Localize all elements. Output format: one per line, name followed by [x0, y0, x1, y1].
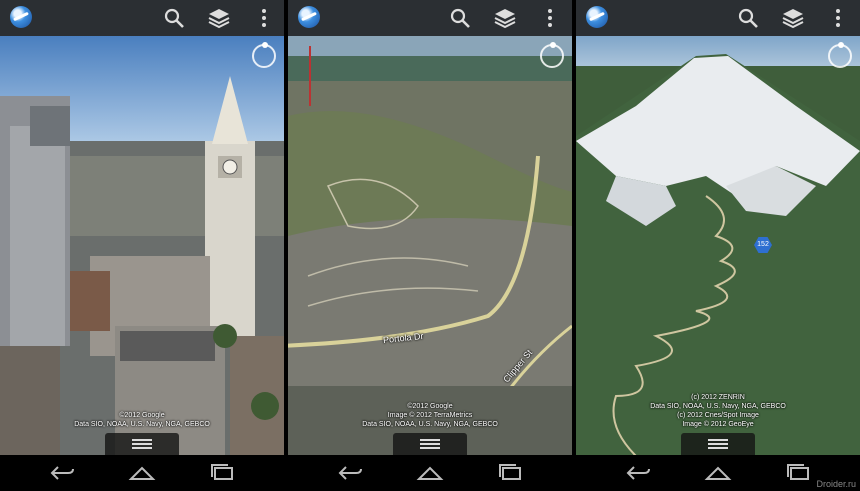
attribution-line: ©2012 Google: [119, 412, 165, 419]
layers-icon[interactable]: [493, 6, 517, 30]
drawer-handle-icon[interactable]: [681, 433, 755, 455]
screen-mount-fuji: 152 (c) 2012 ZENRIN Data SIO, NOAA, U.S.…: [576, 0, 860, 491]
attribution-line: Image © 2012 GeoEye: [682, 421, 754, 428]
back-icon[interactable]: [624, 463, 652, 483]
drawer-handle-icon[interactable]: [105, 433, 179, 455]
attribution-line: Image © 2012 TerraMetrics: [387, 412, 473, 419]
screen-boston: ©2012 Google Data SIO, NOAA, U.S. Navy, …: [0, 0, 284, 491]
compass-icon[interactable]: [252, 42, 276, 68]
recents-icon[interactable]: [208, 463, 236, 483]
app-bar: [576, 0, 860, 36]
google-earth-logo-icon[interactable]: [586, 6, 608, 28]
map-view-mount-fuji[interactable]: 152 (c) 2012 ZENRIN Data SIO, NOAA, U.S.…: [576, 36, 860, 455]
attribution-line: ©2012 Google: [407, 403, 453, 410]
attribution-line: Data SIO, NOAA, U.S. Navy, NGA, GEBCO: [650, 403, 786, 410]
layers-icon[interactable]: [207, 6, 231, 30]
recents-icon[interactable]: [496, 463, 524, 483]
map-attribution: (c) 2012 ZENRIN Data SIO, NOAA, U.S. Nav…: [576, 393, 860, 429]
google-earth-logo-icon[interactable]: [10, 6, 32, 28]
map-attribution: ©2012 Google Image © 2012 TerraMetrics D…: [288, 402, 572, 429]
attribution-line: Data SIO, NOAA, U.S. Navy, NGA, GEBCO: [74, 421, 210, 428]
overflow-menu-icon[interactable]: [252, 6, 276, 30]
search-icon[interactable]: [736, 6, 760, 30]
attribution-line: (c) 2012 ZENRIN: [691, 394, 745, 401]
google-earth-logo-icon[interactable]: [298, 6, 320, 28]
recents-icon[interactable]: [784, 463, 812, 483]
system-nav-bar: [0, 455, 284, 491]
screen-san-francisco: Portola Dr Clipper St ©2012 Google Image…: [288, 0, 572, 491]
home-icon[interactable]: [704, 463, 732, 483]
san-francisco-3d-scene: [288, 36, 572, 455]
app-bar: [0, 0, 284, 36]
compass-icon[interactable]: [828, 42, 852, 68]
layers-icon[interactable]: [781, 6, 805, 30]
search-icon[interactable]: [448, 6, 472, 30]
boston-3d-scene: [0, 36, 284, 455]
map-attribution: ©2012 Google Data SIO, NOAA, U.S. Navy, …: [0, 411, 284, 429]
home-icon[interactable]: [416, 463, 444, 483]
map-view-boston[interactable]: ©2012 Google Data SIO, NOAA, U.S. Navy, …: [0, 36, 284, 455]
map-view-san-francisco[interactable]: Portola Dr Clipper St ©2012 Google Image…: [288, 36, 572, 455]
compass-icon[interactable]: [540, 42, 564, 68]
overflow-menu-icon[interactable]: [538, 6, 562, 30]
watermark: Droider.ru: [816, 479, 856, 489]
app-bar: [288, 0, 572, 36]
attribution-line: Data SIO, NOAA, U.S. Navy, NGA, GEBCO: [362, 421, 498, 428]
search-icon[interactable]: [162, 6, 186, 30]
home-icon[interactable]: [128, 463, 156, 483]
back-icon[interactable]: [48, 463, 76, 483]
overflow-menu-icon[interactable]: [826, 6, 850, 30]
drawer-handle-icon[interactable]: [393, 433, 467, 455]
back-icon[interactable]: [336, 463, 364, 483]
system-nav-bar: [288, 455, 572, 491]
attribution-line: (c) 2012 Cnes/Spot Image: [677, 412, 759, 419]
